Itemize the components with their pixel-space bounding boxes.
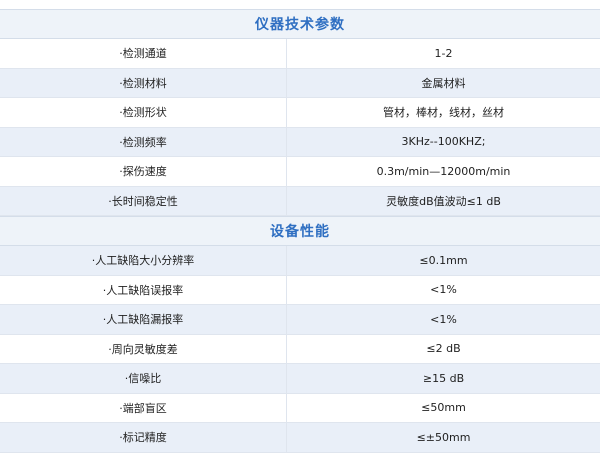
row-value: ≤±50mm bbox=[416, 430, 471, 444]
table-row: ·检测材料 金属材料 bbox=[0, 68, 600, 98]
row-label: ·标记精度 bbox=[0, 423, 287, 452]
row-value: ≤0.1mm bbox=[419, 253, 468, 267]
row-value: 灵敏度dB值波动≤1 dB bbox=[386, 194, 501, 208]
table-row: ·信噪比 ≥15 dB bbox=[0, 364, 600, 394]
row-label: ·人工缺陷漏报率 bbox=[0, 305, 287, 334]
section-title-instrument: 仪器技术参数 bbox=[0, 9, 600, 39]
spec-table: 仪器技术参数 ·检测通道 1-2 ·检测材料 金属材料 ·检测形状 管材，棒材，… bbox=[0, 9, 600, 453]
table-row: ·检测形状 管材，棒材，线材，丝材 bbox=[0, 98, 600, 128]
table-row: ·标记精度 ≤±50mm bbox=[0, 423, 600, 453]
row-value: 1-2 bbox=[434, 46, 453, 60]
row-value: ≥15 dB bbox=[422, 371, 465, 385]
row-label: ·检测形状 bbox=[0, 98, 287, 127]
section-title-text: 设备性能 bbox=[270, 224, 330, 240]
row-label: ·探伤速度 bbox=[0, 157, 287, 186]
row-value: 管材，棒材，线材，丝材 bbox=[383, 106, 504, 120]
row-label: ·长时间稳定性 bbox=[0, 186, 287, 215]
row-label: ·检测通道 bbox=[0, 39, 287, 68]
row-label: ·周向灵敏度差 bbox=[0, 334, 287, 363]
row-value: <1% bbox=[430, 283, 457, 297]
row-label: ·信噪比 bbox=[0, 364, 287, 393]
row-label: ·检测频率 bbox=[0, 127, 287, 156]
section-title-text: 仪器技术参数 bbox=[255, 17, 345, 33]
row-label: ·端部盲区 bbox=[0, 393, 287, 422]
section-title-performance: 设备性能 bbox=[0, 216, 600, 246]
row-label: ·检测材料 bbox=[0, 68, 287, 97]
row-value: ≤2 dB bbox=[426, 342, 461, 356]
table-row: ·探伤速度 0.3m/min—12000m/min bbox=[0, 157, 600, 187]
row-value: 3KHz--100KHZ; bbox=[401, 135, 486, 149]
row-value: <1% bbox=[430, 312, 457, 326]
table-row: ·人工缺陷误报率 <1% bbox=[0, 275, 600, 305]
table-row: ·端部盲区 ≤50mm bbox=[0, 393, 600, 423]
row-value: ≤50mm bbox=[421, 401, 466, 415]
row-label: ·人工缺陷大小分辨率 bbox=[0, 246, 287, 275]
row-value: 金属材料 bbox=[421, 76, 466, 90]
table-row: ·人工缺陷漏报率 <1% bbox=[0, 305, 600, 335]
row-label: ·人工缺陷误报率 bbox=[0, 275, 287, 304]
row-value: 0.3m/min—12000m/min bbox=[376, 164, 511, 178]
table-row: ·人工缺陷大小分辨率 ≤0.1mm bbox=[0, 246, 600, 276]
table-row: ·周向灵敏度差 ≤2 dB bbox=[0, 334, 600, 364]
table-row: ·检测通道 1-2 bbox=[0, 39, 600, 69]
table-row: ·检测频率 3KHz--100KHZ; bbox=[0, 127, 600, 157]
table-row: ·长时间稳定性 灵敏度dB值波动≤1 dB bbox=[0, 186, 600, 216]
